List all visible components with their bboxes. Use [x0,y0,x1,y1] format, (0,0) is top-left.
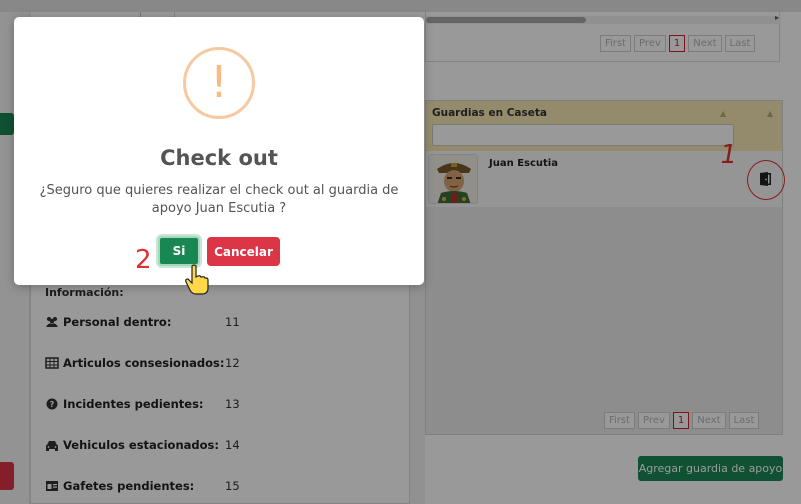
checkout-dialog: ! Check out ¿Seguro que quieres realizar… [14,17,424,295]
dialog-message: ¿Seguro que quieres realizar el check ou… [39,183,399,216]
confirm-button[interactable]: Si [158,236,200,266]
warning-icon: ! [183,47,255,119]
annotation-step-2: 2 [135,245,152,275]
warning-glyph: ! [210,57,228,108]
hand-pointer-icon [185,264,209,295]
dialog-title: Check out [160,146,278,170]
cancel-button[interactable]: Cancelar [207,237,280,266]
